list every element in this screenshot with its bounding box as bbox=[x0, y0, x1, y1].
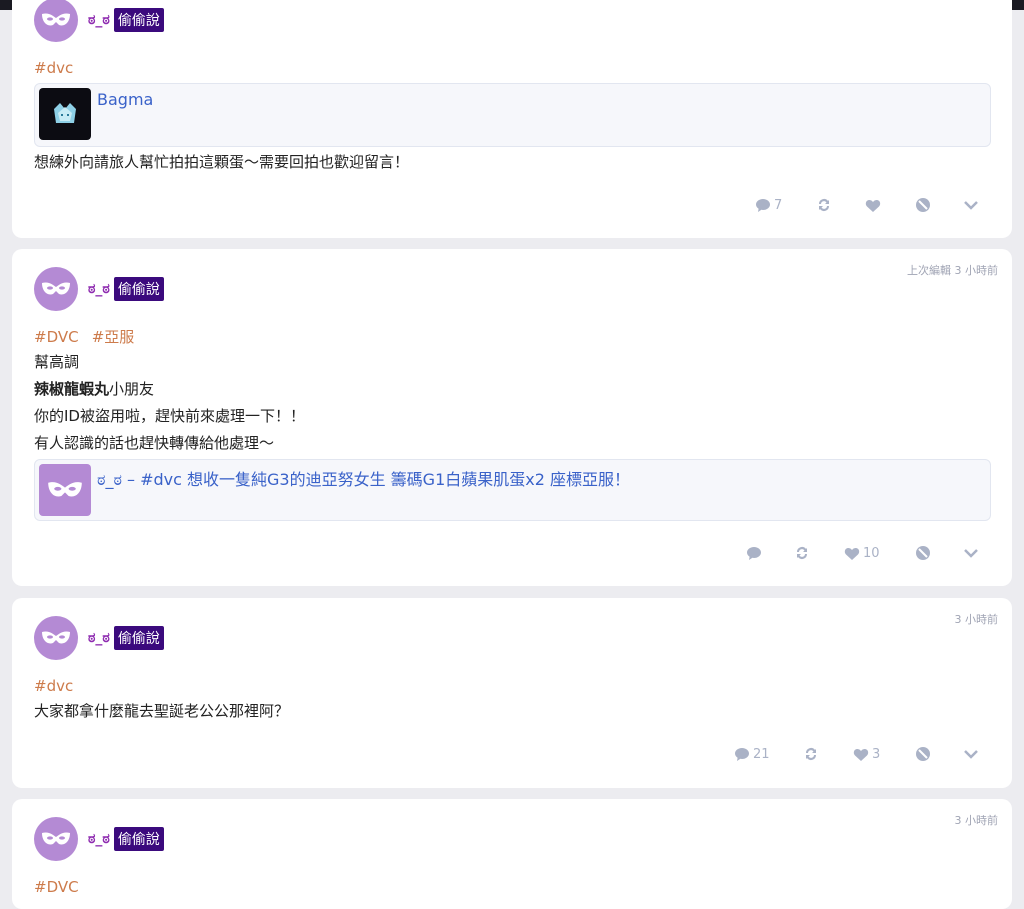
heart-icon bbox=[865, 199, 881, 212]
link-preview[interactable]: Bagma bbox=[34, 83, 991, 147]
mentioned-id: 辣椒龍蝦丸 bbox=[34, 380, 110, 398]
repost-icon bbox=[819, 199, 829, 211]
repost-icon bbox=[806, 748, 816, 760]
author-name[interactable]: ಠ_ಠ bbox=[88, 12, 110, 28]
post-body: 大家都拿什麼龍去聖誕老公公那裡阿？ bbox=[34, 698, 289, 725]
post-body: 幫高調 辣椒龍蝦丸小朋友 你的ID被盜用啦，趕快前來處理一下！！ 有人認識的話也… bbox=[34, 349, 305, 457]
post-timestamp[interactable]: 上次編輯 3 小時前 bbox=[907, 262, 998, 278]
block-icon bbox=[916, 198, 930, 212]
comment-button[interactable]: 7 bbox=[755, 193, 782, 217]
avatar[interactable] bbox=[34, 616, 78, 660]
comment-icon bbox=[756, 198, 770, 212]
comment-button[interactable] bbox=[746, 541, 765, 565]
tag-list: #DVC #亞服 bbox=[34, 326, 142, 347]
quoted-post-title[interactable]: ಠ_ಠ – #dvc 想收一隻純G3的迪亞努女生 籌碼G1白蘋果肌蛋x2 座標亞… bbox=[97, 466, 630, 490]
post-text-line: 辣椒龍蝦丸小朋友 bbox=[34, 376, 305, 403]
mask-icon bbox=[42, 832, 70, 845]
post-actions: 21 3 bbox=[12, 742, 1012, 766]
post-text-line: 大家都拿什麼龍去聖誕老公公那裡阿？ bbox=[34, 702, 290, 720]
heart-icon bbox=[853, 748, 869, 761]
like-button[interactable] bbox=[865, 193, 884, 217]
comment-count: 7 bbox=[774, 197, 783, 213]
post-card: ಠ_ಠ 偷偷說 #dvc Bagma 想練外向請旅人幫忙拍拍這顆蛋～需要回拍也歡… bbox=[12, 0, 1012, 238]
author-badge: 偷偷說 bbox=[113, 827, 164, 851]
quoted-post[interactable]: ಠ_ಠ – #dvc 想收一隻純G3的迪亞努女生 籌碼G1白蘋果肌蛋x2 座標亞… bbox=[34, 459, 991, 521]
post-card: 上次編輯 3 小時前 ಠ_ಠ 偷偷說 #DVC #亞服 幫高調 辣椒龍蝦丸小朋友… bbox=[12, 249, 1012, 586]
block-button[interactable] bbox=[915, 541, 931, 565]
author-badge: 偷偷說 bbox=[113, 626, 164, 650]
chevron-down-icon bbox=[964, 750, 978, 759]
post-timestamp[interactable]: 3 小時前 bbox=[955, 611, 999, 627]
post-timestamp[interactable]: 3 小時前 bbox=[955, 812, 999, 828]
avatar[interactable] bbox=[34, 817, 78, 861]
block-button[interactable] bbox=[915, 742, 931, 766]
comment-count: 21 bbox=[753, 746, 770, 762]
post-author[interactable]: ಠ_ಠ 偷偷說 bbox=[88, 8, 164, 32]
tag-list: #dvc bbox=[34, 58, 81, 77]
comment-icon bbox=[735, 747, 749, 761]
chevron-down-icon bbox=[964, 549, 978, 558]
author-badge: 偷偷說 bbox=[113, 277, 164, 301]
hashtag[interactable]: #dvc bbox=[34, 59, 73, 77]
author-name[interactable]: ಠ_ಠ bbox=[88, 630, 110, 646]
author-name[interactable]: ಠ_ಠ bbox=[88, 831, 110, 847]
more-button[interactable] bbox=[963, 541, 979, 565]
repost-button[interactable] bbox=[803, 742, 819, 766]
preview-thumbnail bbox=[39, 464, 91, 516]
comment-button[interactable]: 21 bbox=[734, 742, 770, 766]
like-button[interactable]: 10 bbox=[844, 541, 880, 565]
post-text-line: 幫高調 bbox=[34, 353, 80, 371]
post-card: 3 小時前 ಠ_ಠ 偷偷說 #DVC bbox=[12, 799, 1012, 909]
mask-icon bbox=[42, 13, 70, 26]
post-author[interactable]: ಠ_ಠ 偷偷說 bbox=[88, 277, 164, 301]
tag-list: #DVC bbox=[34, 877, 87, 896]
post-text-fragment: 小朋友 bbox=[109, 380, 155, 398]
repost-button[interactable] bbox=[816, 193, 832, 217]
like-count: 10 bbox=[863, 545, 880, 561]
post-author[interactable]: ಠ_ಠ 偷偷說 bbox=[88, 626, 164, 650]
hashtag[interactable]: #亞服 bbox=[92, 328, 135, 346]
block-icon bbox=[916, 546, 930, 560]
repost-icon bbox=[797, 547, 807, 559]
post-text-line: 有人認識的話也趕快轉傳給他處理～ bbox=[34, 434, 275, 452]
like-count: 3 bbox=[872, 746, 881, 762]
post-actions: 7 bbox=[12, 193, 1012, 217]
post-actions: 10 bbox=[12, 541, 1012, 565]
post-body: 想練外向請旅人幫忙拍拍這顆蛋～需要回拍也歡迎留言！ bbox=[34, 149, 409, 176]
post-text-line: 你的ID被盜用啦，趕快前來處理一下！！ bbox=[34, 407, 305, 425]
comment-icon bbox=[747, 546, 761, 560]
block-button[interactable] bbox=[915, 193, 931, 217]
heart-icon bbox=[844, 547, 860, 560]
preview-title[interactable]: Bagma bbox=[97, 90, 153, 109]
hashtag[interactable]: #DVC bbox=[34, 328, 79, 346]
mask-icon bbox=[48, 482, 82, 497]
preview-thumbnail bbox=[39, 88, 91, 140]
mask-icon bbox=[42, 282, 70, 295]
author-badge: 偷偷說 bbox=[113, 8, 164, 32]
mask-icon bbox=[42, 631, 70, 644]
tag-list: #dvc bbox=[34, 676, 81, 695]
avatar[interactable] bbox=[34, 267, 78, 311]
hashtag[interactable]: #DVC bbox=[34, 878, 79, 896]
hashtag[interactable]: #dvc bbox=[34, 677, 73, 695]
more-button[interactable] bbox=[963, 742, 979, 766]
chevron-down-icon bbox=[964, 201, 978, 210]
block-icon bbox=[916, 747, 930, 761]
post-text-line: 想練外向請旅人幫忙拍拍這顆蛋～需要回拍也歡迎留言！ bbox=[34, 153, 410, 171]
repost-button[interactable] bbox=[794, 541, 810, 565]
avatar[interactable] bbox=[34, 0, 78, 42]
dragon-egg-icon bbox=[54, 103, 76, 123]
author-name[interactable]: ಠ_ಠ bbox=[88, 281, 110, 297]
more-button[interactable] bbox=[963, 193, 979, 217]
like-button[interactable]: 3 bbox=[853, 742, 880, 766]
post-author[interactable]: ಠ_ಠ 偷偷說 bbox=[88, 827, 164, 851]
post-card: 3 小時前 ಠ_ಠ 偷偷說 #dvc 大家都拿什麼龍去聖誕老公公那裡阿？ 21 … bbox=[12, 598, 1012, 788]
